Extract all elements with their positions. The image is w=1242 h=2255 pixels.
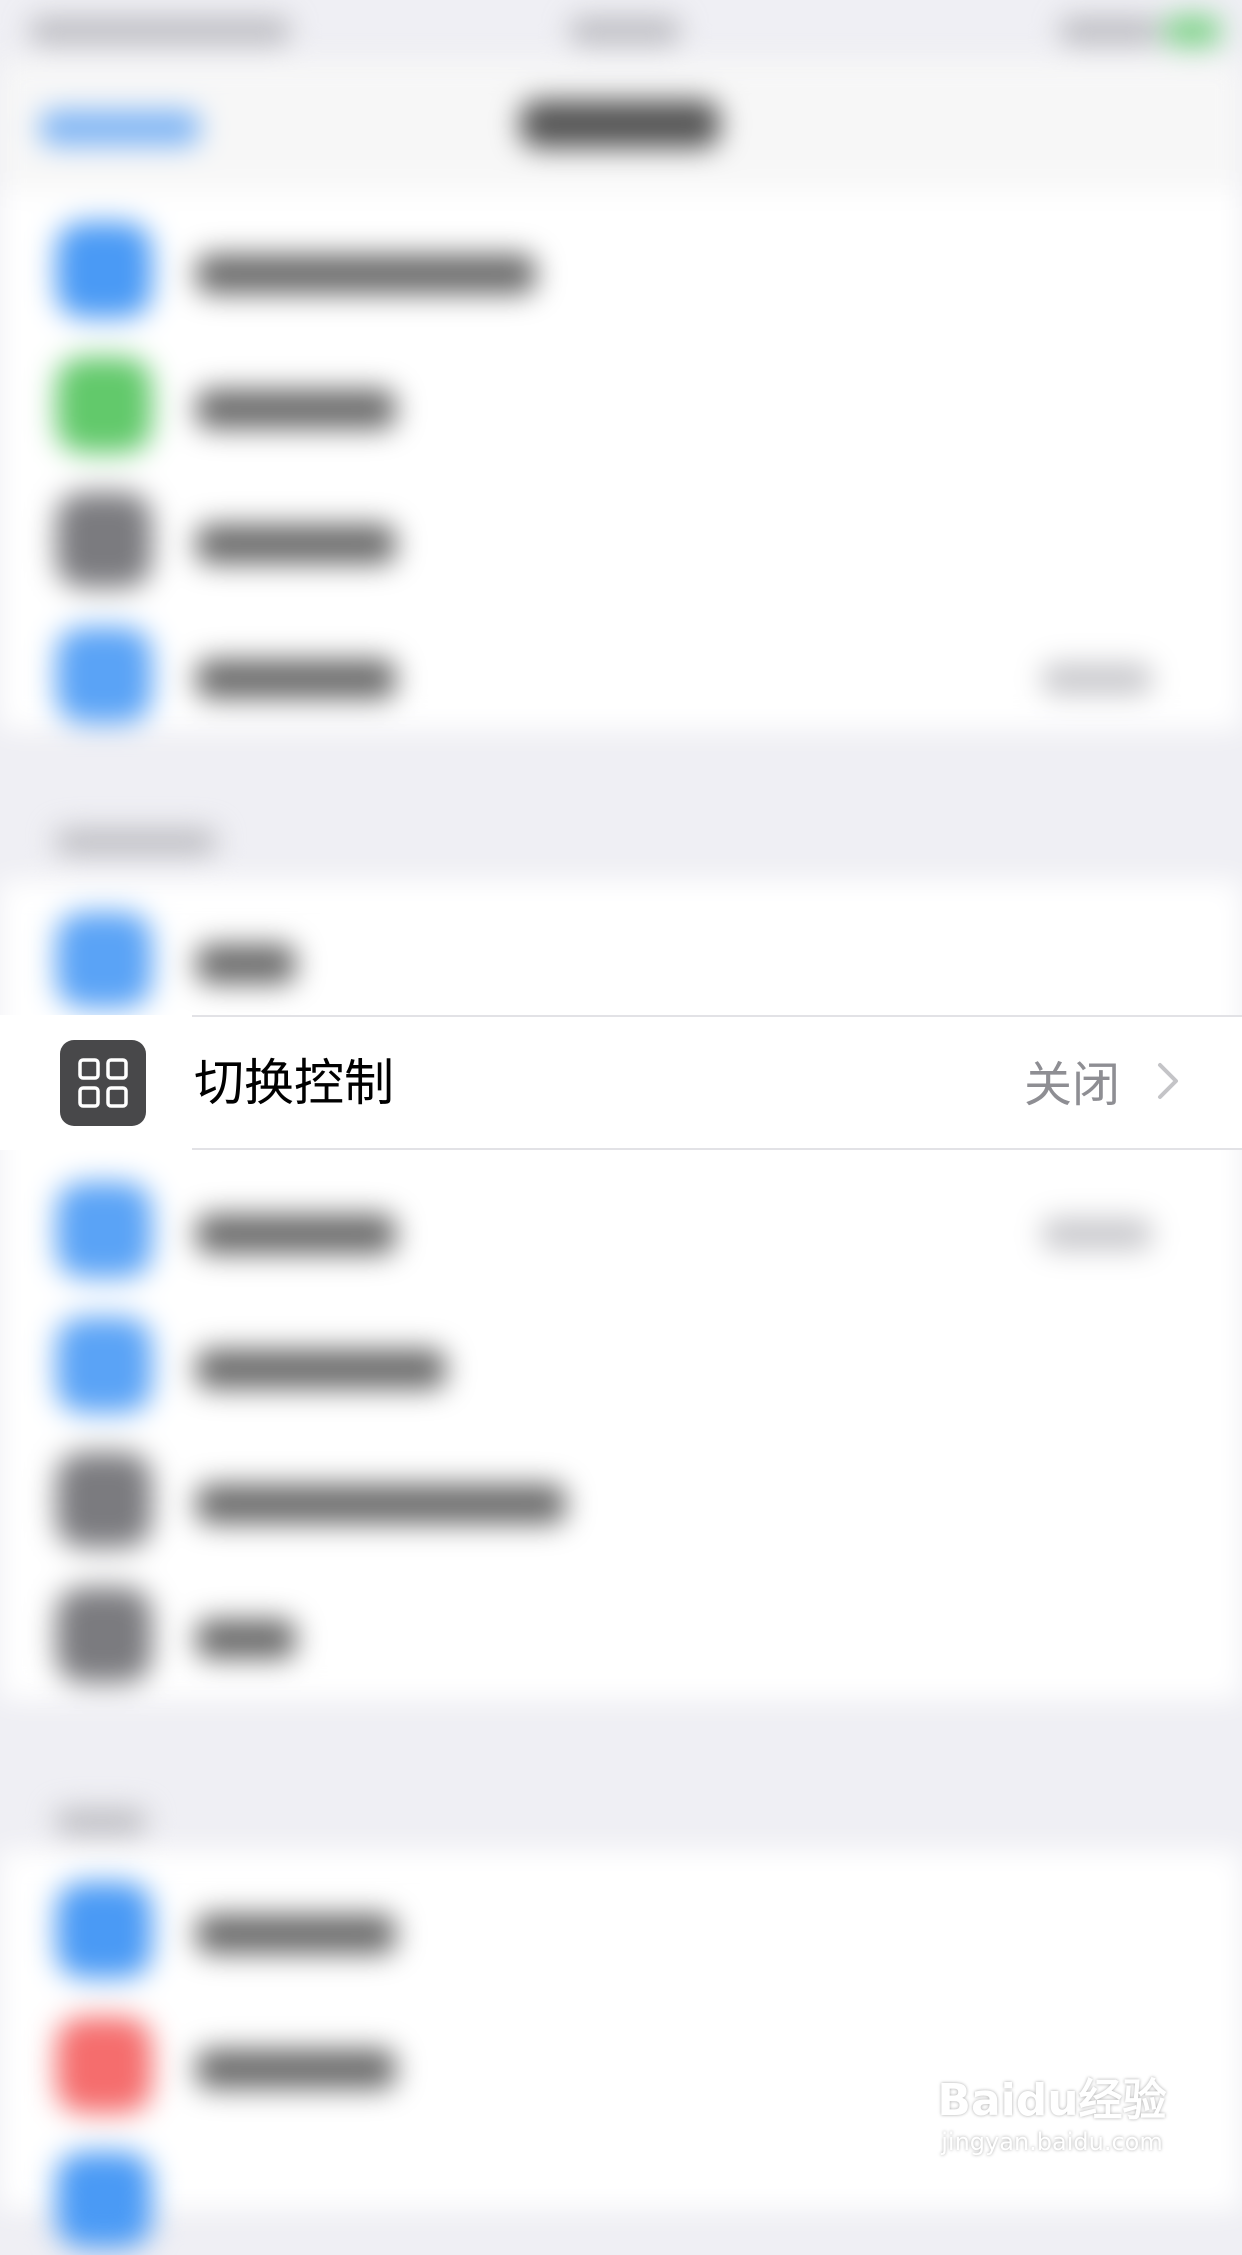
setting-label — [196, 944, 296, 984]
setting-value — [1042, 663, 1152, 695]
setting-icon — [56, 1317, 152, 1413]
switch-control-value: 关闭 — [1023, 1057, 1120, 1113]
setting-label — [196, 524, 396, 564]
setting-value — [1042, 1218, 1152, 1250]
signal-indicator — [1060, 18, 1160, 44]
list-item[interactable] — [0, 1555, 1242, 1690]
section-header — [56, 830, 216, 854]
back-button[interactable] — [40, 110, 200, 146]
setting-icon — [56, 2017, 152, 2113]
list-item[interactable] — [0, 460, 1242, 595]
switch-control-grid-icon — [60, 1040, 146, 1126]
setting-label — [196, 389, 396, 429]
setting-icon — [56, 1182, 152, 1278]
navigation-bar — [0, 60, 1242, 190]
carrier-indicator — [30, 18, 290, 44]
list-item[interactable] — [0, 1150, 1242, 1285]
setting-label — [196, 1214, 396, 1254]
setting-icon — [56, 2152, 152, 2248]
separator-inset — [0, 1015, 192, 1017]
baidu-jingyan-watermark: Baidu经验 jingyan.baidu.com — [932, 2049, 1172, 2185]
watermark-url: jingyan.baidu.com — [941, 2128, 1163, 2156]
setting-icon — [56, 1587, 152, 1683]
list-item[interactable] — [0, 880, 1242, 1015]
list-item[interactable] — [0, 325, 1242, 460]
settings-group-1 — [0, 190, 1242, 730]
grid-icon — [78, 1058, 128, 1108]
setting-label — [196, 1914, 396, 1954]
settings-group-2 — [0, 880, 1242, 1700]
list-item[interactable] — [0, 1850, 1242, 1985]
setting-icon — [56, 1882, 152, 1978]
list-item[interactable] — [0, 595, 1242, 730]
setting-label — [196, 1619, 296, 1659]
setting-icon — [56, 1452, 152, 1548]
chevron-right-icon — [1158, 1063, 1178, 1099]
setting-label — [196, 254, 536, 294]
nav-title — [520, 100, 720, 148]
setting-icon — [56, 222, 152, 318]
switch-control-row[interactable]: 切换控制 关闭 — [0, 1015, 1242, 1150]
setting-label — [196, 1349, 446, 1389]
setting-icon — [56, 492, 152, 588]
battery-icon — [1165, 16, 1220, 46]
list-item[interactable] — [0, 1285, 1242, 1420]
list-item[interactable] — [0, 190, 1242, 325]
switch-control-label: 切换控制 — [194, 1054, 394, 1112]
status-bar — [0, 0, 1242, 60]
paw-logo-icon — [1017, 2049, 1079, 2080]
setting-icon — [56, 627, 152, 723]
list-item[interactable] — [0, 1420, 1242, 1555]
setting-icon — [56, 357, 152, 453]
setting-label — [196, 659, 396, 699]
setting-label — [196, 2049, 396, 2089]
separator-inset — [0, 1148, 192, 1150]
setting-icon — [56, 912, 152, 1008]
clock — [570, 18, 680, 44]
setting-label — [196, 1484, 566, 1524]
section-header — [56, 1810, 146, 1834]
